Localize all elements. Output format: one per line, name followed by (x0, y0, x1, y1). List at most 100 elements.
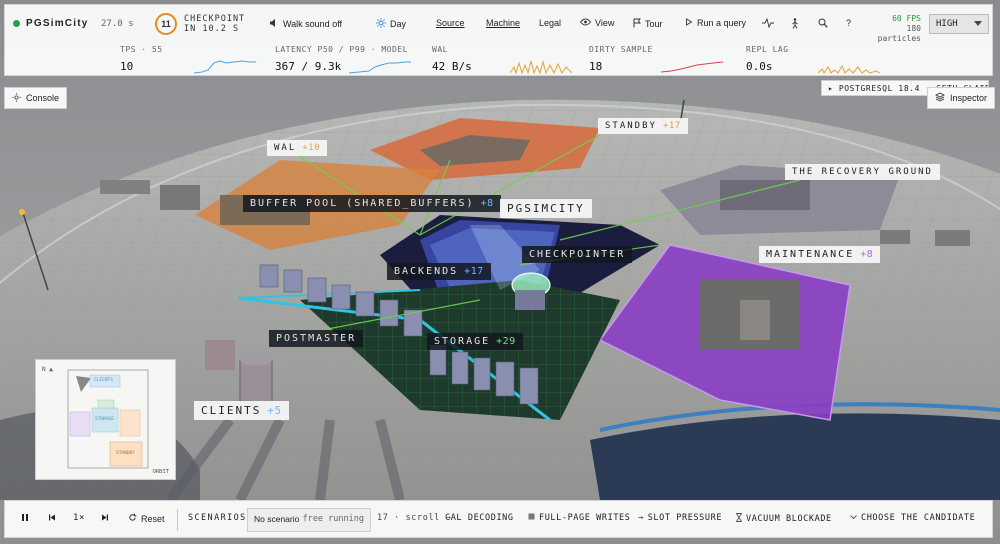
district-label-maintenance[interactable]: MAINTENANCE +8 (759, 246, 881, 263)
particle-count: 180 particles (877, 24, 921, 43)
minimap[interactable]: N ▲ CLIENTS STORAGE STANDBY ORBIT (35, 359, 176, 480)
divider (177, 509, 178, 531)
metric-repl-lag[interactable]: REPL LAG 0.0s (746, 45, 896, 75)
source-link[interactable]: Source (436, 18, 465, 28)
walk-sound-toggle[interactable]: Walk sound off (269, 18, 342, 30)
tour-button[interactable]: Tour (633, 18, 663, 30)
tps-sparkline (194, 60, 256, 74)
district-count: +8 (860, 249, 874, 260)
console-button[interactable]: Console (4, 87, 68, 109)
dirty-sparkline (661, 61, 723, 73)
minimap-mode: ORBIT (152, 469, 169, 475)
district-label-postmaster[interactable]: POSTMASTER (269, 330, 364, 347)
search-icon (818, 18, 828, 30)
app-brand[interactable]: PGSimCity (13, 18, 89, 29)
sun-icon (376, 18, 386, 30)
scenario-select[interactable]: No scenario free running (247, 508, 371, 532)
scenario-value: No scenario (254, 514, 300, 524)
run-query-label: Run a query (697, 18, 747, 28)
speed-button[interactable]: 1× (73, 513, 85, 523)
metric-dirty-sample[interactable]: DIRTY SAMPLE 18 (589, 45, 739, 75)
run-query-button[interactable]: Run a query (685, 18, 746, 28)
status-dot-icon (13, 20, 20, 27)
step-forward-button[interactable] (101, 513, 109, 524)
legal-link[interactable]: Legal (539, 18, 561, 28)
scenario-label: CHOOSE THE CANDIDATE (861, 513, 976, 523)
view-button[interactable]: View (579, 18, 615, 28)
scenario-choose-candidate[interactable]: CHOOSE THE CANDIDATE (850, 513, 975, 523)
district-name: BACKENDS (394, 266, 459, 277)
step-back-button[interactable] (48, 513, 56, 524)
scenario-full-page-writes[interactable]: FULL-PAGE WRITES (528, 513, 630, 523)
scenario-vacuum-blockade[interactable]: VACUUM BLOCKADE (735, 513, 832, 525)
scenario-logical-decoding[interactable]: CAL DECODING (445, 513, 514, 523)
district-name: THE RECOVERY GROUND (792, 167, 933, 177)
reset-button[interactable]: Reset (128, 513, 165, 524)
fps-value: 60 FPS (892, 14, 921, 23)
console-label: Console (26, 93, 60, 103)
top-hud: PGSimCity 27.0 s 11 CHECKPOINT IN 10.2 S… (4, 4, 993, 76)
arrow-right-icon: → (638, 513, 644, 523)
metric-label: REPL LAG (746, 45, 789, 54)
app-name-prefix: PG (26, 18, 43, 29)
district-label-checkpointer[interactable]: CHECKPOINTER (522, 246, 633, 263)
layers-icon (934, 92, 946, 104)
checkpoint-title: CHECKPOINT (184, 14, 246, 24)
quality-select[interactable]: HIGH (929, 14, 989, 34)
hud-toolbar: PGSimCity 27.0 s 11 CHECKPOINT IN 10.2 S… (5, 5, 992, 43)
checkpoint-count-badge: 11 (155, 13, 177, 35)
metric-wal[interactable]: WAL 42 B/s (432, 45, 582, 75)
machine-link[interactable]: Machine (486, 18, 520, 28)
metric-label: WAL (432, 45, 448, 54)
reset-label: Reset (141, 513, 165, 524)
source-label: Source (436, 18, 465, 28)
walk-sound-label: Walk sound off (283, 19, 343, 29)
flag-icon (633, 18, 641, 30)
latency-sparkline (349, 61, 411, 74)
minimap-label-clients: CLIENTS (94, 378, 113, 383)
district-label-recovery[interactable]: THE RECOVERY GROUND (785, 164, 940, 180)
help-button[interactable]: ? (846, 18, 851, 28)
scenario-label: FULL-PAGE WRITES (539, 513, 631, 523)
district-label-standby[interactable]: STANDBY +17 (598, 118, 688, 134)
perf-readout: 60 FPS 180 particles (861, 14, 921, 44)
district-count: +5 (267, 404, 282, 417)
minimap-label-standby: STANDBY (116, 451, 135, 456)
sim-clock: 27.0 s (101, 19, 134, 29)
machine-label: Machine (486, 18, 521, 28)
district-name: POSTMASTER (276, 333, 357, 344)
scenario-slot-pressure[interactable]: → SLOT PRESSURE (638, 513, 722, 523)
district-label-clients[interactable]: CLIENTS +5 (194, 401, 289, 420)
search-button[interactable] (818, 18, 828, 30)
repl-lag-sparkline (818, 64, 880, 74)
metric-label: DIRTY SAMPLE (589, 45, 653, 54)
chevron-down-icon (850, 513, 857, 523)
play-icon (685, 18, 693, 28)
pulse-button[interactable] (762, 17, 774, 30)
pause-button[interactable] (21, 513, 29, 524)
district-label-pgsimcity[interactable]: PGSIMCITY (500, 199, 592, 218)
scenarios-label: SCENARIOS (188, 513, 247, 523)
metric-tps[interactable]: TPS · 55 10 (120, 45, 270, 75)
scenario-mode: free running (302, 514, 364, 524)
district-label-wal[interactable]: WAL +10 (267, 140, 328, 156)
district-name: WAL (274, 143, 297, 153)
district-label-backends[interactable]: BACKENDS +17 (387, 263, 491, 280)
person-icon (791, 18, 799, 31)
district-label-buffer-pool[interactable]: BUFFER POOL (SHARED_BUFFERS) +8 (243, 195, 501, 212)
walk-mode-button[interactable] (791, 18, 799, 31)
day-toggle[interactable]: Day (376, 18, 406, 30)
district-count: +10 (302, 143, 321, 153)
view-label: View (595, 18, 615, 28)
district-count: +17 (662, 121, 681, 131)
metric-latency[interactable]: LATENCY P50 / P99 · MODEL ... 367 / 9.3k (275, 45, 425, 75)
speaker-icon (269, 18, 279, 30)
district-label-storage[interactable]: STORAGE +29 (427, 333, 523, 350)
help-label: ? (846, 18, 852, 28)
sun-icon (12, 92, 21, 104)
inspector-button[interactable]: Inspector (927, 87, 996, 109)
app-name: PGSimCity (26, 18, 89, 29)
pulse-icon (762, 17, 774, 30)
skip-forward-icon (101, 514, 109, 524)
eye-icon (579, 18, 592, 28)
